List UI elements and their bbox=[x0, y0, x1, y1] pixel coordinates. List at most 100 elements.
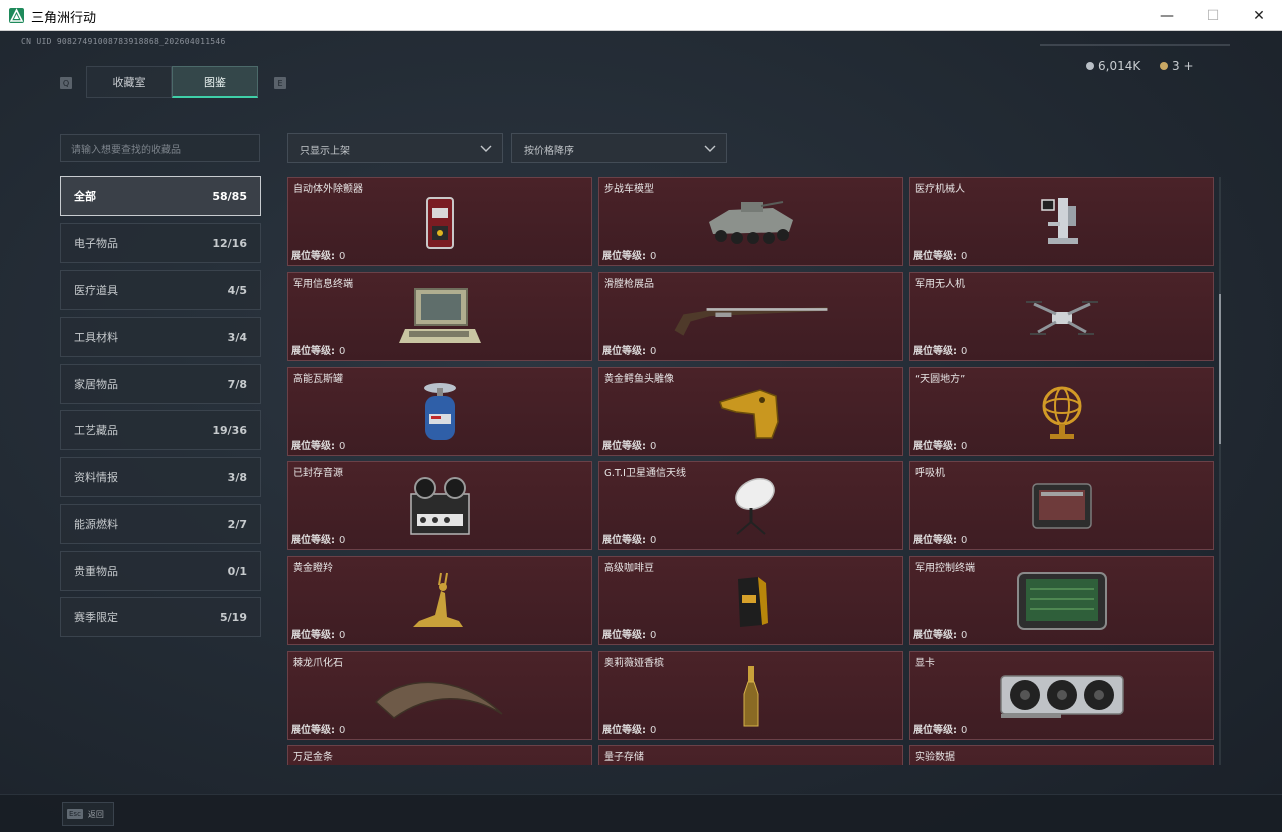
tab-collection-room[interactable]: 收藏室 bbox=[86, 66, 172, 98]
tab-catalog[interactable]: 图鉴 bbox=[172, 66, 258, 98]
gold-currency[interactable]: 3 + bbox=[1160, 59, 1194, 73]
silver-amount: 6,014K bbox=[1098, 59, 1141, 73]
chevron-down-icon bbox=[704, 145, 716, 152]
item-card[interactable]: 军用控制终端 展位等级: 0 bbox=[909, 556, 1214, 645]
item-card[interactable]: 已封存音源 展位等级: 0 bbox=[287, 461, 592, 550]
category-season[interactable]: 赛季限定 5/19 bbox=[60, 597, 261, 637]
category-label: 全部 bbox=[74, 190, 96, 203]
category-label: 能源燃料 bbox=[74, 518, 118, 531]
item-name: 步战车模型 bbox=[604, 184, 654, 195]
item-card[interactable]: 量子存储 bbox=[598, 745, 903, 765]
item-name: 军用信息终端 bbox=[293, 279, 353, 290]
gold-amount: 3 + bbox=[1172, 59, 1194, 73]
item-name: 高级咖啡豆 bbox=[604, 563, 654, 574]
category-electronics[interactable]: 电子物品 12/16 bbox=[60, 223, 261, 263]
drone-icon bbox=[982, 285, 1142, 349]
item-card[interactable]: “天圆地方” 展位等级: 0 bbox=[909, 367, 1214, 456]
item-card[interactable]: 军用无人机 展位等级: 0 bbox=[909, 272, 1214, 361]
category-count: 3/8 bbox=[227, 470, 247, 484]
sort-value: 按价格降序 bbox=[524, 146, 574, 157]
category-count: 58/85 bbox=[212, 189, 247, 203]
category-crafts[interactable]: 工艺藏品 19/36 bbox=[60, 410, 261, 450]
item-name: 实验数据 bbox=[915, 752, 955, 763]
search-input[interactable]: 请输入想要查找的收藏品 bbox=[60, 134, 260, 162]
category-count: 5/19 bbox=[220, 610, 247, 624]
show-filter-dropdown[interactable]: 只显示上架 bbox=[287, 133, 503, 163]
item-level: 展位等级: 0 bbox=[602, 630, 657, 641]
scroll-track[interactable] bbox=[1219, 177, 1221, 765]
tab-next-key[interactable]: E bbox=[274, 77, 286, 89]
close-button[interactable]: ✕ bbox=[1236, 0, 1282, 31]
item-level: 展位等级: 0 bbox=[602, 251, 657, 262]
window-title: 三角洲行动 bbox=[31, 11, 97, 26]
minimize-button[interactable]: — bbox=[1144, 0, 1190, 31]
info-terminal-icon bbox=[360, 285, 520, 349]
category-household[interactable]: 家居物品 7/8 bbox=[60, 364, 261, 404]
category-count: 19/36 bbox=[212, 423, 247, 437]
item-name: 军用无人机 bbox=[915, 279, 965, 290]
category-label: 赛季限定 bbox=[74, 611, 118, 624]
quantum-storage-icon bbox=[671, 758, 831, 765]
item-card[interactable]: 奥莉薇娅香槟 展位等级: 0 bbox=[598, 651, 903, 740]
footer-bar: Esc 返回 bbox=[0, 794, 1282, 832]
control-terminal-icon bbox=[982, 569, 1142, 633]
category-count: 0/1 bbox=[227, 564, 247, 578]
item-level: 展位等级: 0 bbox=[913, 251, 968, 262]
item-card[interactable]: 军用信息终端 展位等级: 0 bbox=[287, 272, 592, 361]
category-label: 工具材料 bbox=[74, 331, 118, 344]
item-level: 展位等级: 0 bbox=[291, 251, 346, 262]
esc-key-hint: Esc bbox=[67, 809, 83, 819]
item-card[interactable]: 高级咖啡豆 展位等级: 0 bbox=[598, 556, 903, 645]
scrollbar-thumb[interactable] bbox=[1219, 294, 1221, 444]
item-level: 展位等级: 0 bbox=[602, 535, 657, 546]
category-valuables[interactable]: 贵重物品 0/1 bbox=[60, 551, 261, 591]
category-medical[interactable]: 医疗道具 4/5 bbox=[60, 270, 261, 310]
item-card[interactable]: 实验数据 bbox=[909, 745, 1214, 765]
item-level: 展位等级: 0 bbox=[913, 346, 968, 357]
item-card[interactable]: 呼吸机 展位等级: 0 bbox=[909, 461, 1214, 550]
category-label: 医疗道具 bbox=[74, 284, 118, 297]
coffee-bag-icon bbox=[671, 569, 831, 633]
item-level: 展位等级: 0 bbox=[291, 630, 346, 641]
item-name: 医疗机械人 bbox=[915, 184, 965, 195]
show-filter-value: 只显示上架 bbox=[300, 146, 350, 157]
back-button[interactable]: Esc 返回 bbox=[62, 802, 114, 826]
item-card[interactable]: 万足金条 bbox=[287, 745, 592, 765]
item-grid: 自动体外除颤器 展位等级: 0 步战车模型 展位等级: 0 医疗机械人 展位等级: 0… bbox=[287, 177, 1215, 765]
maximize-button[interactable]: ☐ bbox=[1190, 0, 1236, 31]
window-titlebar: 三角洲行动 — ☐ ✕ bbox=[0, 0, 1282, 31]
header-divider bbox=[1040, 44, 1230, 46]
item-card[interactable]: 黄金鳄鱼头雕像 展位等级: 0 bbox=[598, 367, 903, 456]
app-logo-icon bbox=[9, 8, 24, 23]
tab-prev-key[interactable]: Q bbox=[60, 77, 72, 89]
category-energy[interactable]: 能源燃料 2/7 bbox=[60, 504, 261, 544]
item-name: 军用控制终端 bbox=[915, 563, 975, 574]
item-card[interactable]: 显卡 展位等级: 0 bbox=[909, 651, 1214, 740]
category-tools[interactable]: 工具材料 3/4 bbox=[60, 317, 261, 357]
game-viewport: CN UID 90827491008783918868_202604011546… bbox=[0, 31, 1282, 832]
item-card[interactable]: 黄金瞪羚 展位等级: 0 bbox=[287, 556, 592, 645]
silver-coin-icon bbox=[1086, 62, 1094, 70]
item-name: 已封存音源 bbox=[293, 468, 343, 479]
item-level: 展位等级: 0 bbox=[602, 725, 657, 736]
item-card[interactable]: 医疗机械人 展位等级: 0 bbox=[909, 177, 1214, 266]
gold-coin-icon bbox=[1160, 62, 1168, 70]
sort-dropdown[interactable]: 按价格降序 bbox=[511, 133, 727, 163]
item-card[interactable]: 步战车模型 展位等级: 0 bbox=[598, 177, 903, 266]
item-card[interactable]: 棘龙爪化石 展位等级: 0 bbox=[287, 651, 592, 740]
item-card[interactable]: 滑膛枪展品 展位等级: 0 bbox=[598, 272, 903, 361]
item-level: 展位等级: 0 bbox=[291, 441, 346, 452]
satellite-dish-icon bbox=[671, 474, 831, 538]
item-name: 万足金条 bbox=[293, 752, 333, 763]
item-card[interactable]: 高能瓦斯罐 展位等级: 0 bbox=[287, 367, 592, 456]
claw-fossil-icon bbox=[360, 664, 520, 728]
item-card[interactable]: G.T.I卫星通信天线 展位等级: 0 bbox=[598, 461, 903, 550]
ventilator-icon bbox=[982, 474, 1142, 538]
item-card[interactable]: 自动体外除颤器 展位等级: 0 bbox=[287, 177, 592, 266]
item-name: 量子存储 bbox=[604, 752, 644, 763]
category-intel[interactable]: 资料情报 3/8 bbox=[60, 457, 261, 497]
category-all[interactable]: 全部 58/85 bbox=[60, 176, 261, 216]
musket-icon bbox=[671, 285, 831, 349]
item-level: 展位等级: 0 bbox=[291, 725, 346, 736]
item-level: 展位等级: 0 bbox=[913, 441, 968, 452]
